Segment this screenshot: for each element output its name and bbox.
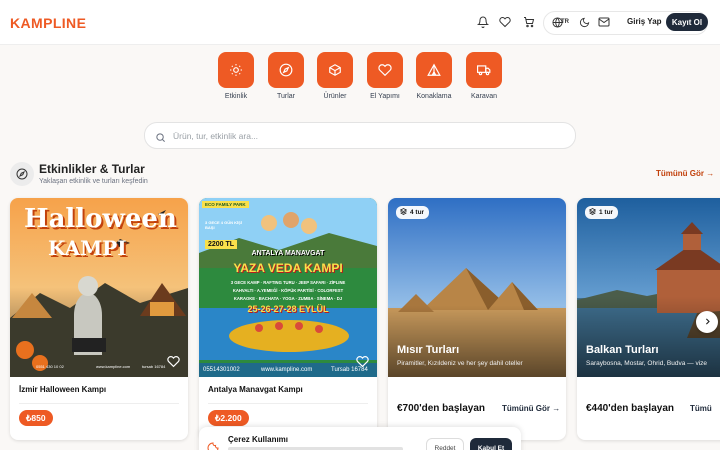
favorite-heart-icon[interactable] (356, 355, 369, 373)
search-icon (155, 130, 166, 148)
favorite-heart-icon[interactable] (167, 355, 180, 373)
poster-site: www.kampline.com (96, 364, 131, 369)
tent-icon (416, 52, 452, 88)
category-etkinlik[interactable]: Etkinlik (218, 52, 254, 100)
heart-icon (367, 52, 403, 88)
favorites-heart-icon[interactable] (497, 14, 513, 30)
see-all-tours-link[interactable]: Tümünü Gör → (502, 404, 560, 413)
poster-phone: 0551 430 10 02 (36, 364, 64, 369)
poster-subtitle: KAMPI (48, 236, 127, 260)
layers-icon (399, 208, 408, 217)
price-from: €440'den başlayan (586, 403, 674, 414)
see-all-tours-link[interactable]: Tümü (690, 404, 712, 413)
poster-price: 2200 TL (205, 240, 238, 249)
box-icon (317, 52, 353, 88)
cookie-icon (207, 441, 219, 450)
site-logo[interactable]: KAMPLINE (10, 15, 86, 31)
card-description: Saraybosna, Mostar, Ohrid, Budva — vize (586, 360, 708, 367)
top-navbar: KAMPLINE TR Giriş Yap Kayıt Ol (0, 0, 720, 45)
tour-count-badge: 4 tur (396, 206, 430, 219)
language-label[interactable]: TR (561, 19, 569, 25)
tour-card-egypt[interactable]: 4 tur Mısır Turları Piramitler, Kızılden… (388, 198, 566, 440)
event-card-halloween[interactable]: Halloween KAMPI 0551 430 10 02 www.kampl… (10, 198, 188, 440)
see-all-link[interactable]: Tümünü Gör → (656, 169, 714, 178)
category-karavan[interactable]: Karavan (466, 52, 502, 100)
poster-phone: 05514301002 (203, 367, 240, 373)
cart-icon[interactable] (521, 14, 537, 30)
layers-icon (588, 208, 597, 217)
poster-offer: 3 GECE 4 GÜN KİŞİ BAŞI (205, 220, 242, 230)
poster-title: Halloween (24, 204, 177, 234)
badge-label: 1 tur (599, 209, 614, 216)
login-button[interactable]: Giriş Yap (627, 17, 662, 26)
tour-count-badge: 1 tur (585, 206, 619, 219)
card-title[interactable]: Antalya Manavgat Kampı (208, 385, 303, 394)
compass-icon (10, 162, 34, 186)
search-input[interactable]: Ürün, tur, etkinlik ara... (144, 122, 576, 149)
manavgat-poster-image: ECO FAMILY PARK 3 GECE 4 GÜN KİŞİ BAŞI 2… (199, 198, 377, 377)
section-title: Etkinlikler & Turlar (39, 162, 145, 176)
moon-icon[interactable] (576, 14, 592, 30)
truck-icon (466, 52, 502, 88)
poster-line-1: 3 GECE KAMP · RAFTING TURU · JEEP SAFARI… (230, 280, 346, 285)
poster-title: YAZA VEDA KAMPI (233, 261, 343, 275)
price-badge: ₺850 (19, 410, 53, 426)
cookie-title: Çerez Kullanımı (228, 435, 289, 444)
poster-brand: ECO FAMILY PARK (202, 201, 249, 208)
event-card-manavgat[interactable]: ECO FAMILY PARK 3 GECE 4 GÜN KİŞİ BAŞI 2… (199, 198, 377, 440)
price-badge: ₺2.200 (208, 410, 249, 426)
poster-site: www.kampline.com (261, 367, 313, 373)
category-el-yapimi[interactable]: El Yapımı (367, 52, 403, 100)
poster-line-3: KARAOKE · BACHATA · YOGA · ZUMBA · SİNEM… (233, 296, 343, 301)
card-description: Piramitler, Kızıldeniz ve her şey dahil … (397, 360, 523, 367)
category-urunler[interactable]: Ürünler (317, 52, 353, 100)
badge-label: 4 tur (410, 209, 425, 216)
category-konaklama[interactable]: Konaklama (416, 52, 452, 100)
price-from: €700'den başlayan (397, 403, 485, 414)
card-title[interactable]: Mısır Turları (397, 344, 459, 356)
bell-icon[interactable] (475, 14, 491, 30)
compass-icon (268, 52, 304, 88)
card-title[interactable]: Balkan Turları (586, 344, 659, 356)
sun-icon (218, 52, 254, 88)
cookie-reject-button[interactable]: Reddet (426, 438, 464, 450)
card-title[interactable]: İzmir Halloween Kampı (19, 385, 106, 394)
poster-line-2: KAHVALTI · A.YEMEĞİ · KÖPÜK PARTİSİ · CO… (232, 288, 344, 293)
signup-button[interactable]: Kayıt Ol (666, 13, 708, 31)
poster-dates: 25-26-27-28 EYLÜL (247, 304, 329, 314)
chevron-right-icon (703, 313, 712, 331)
category-label: Karavan (470, 93, 498, 100)
halloween-poster-image: Halloween KAMPI 0551 430 10 02 www.kampl… (10, 198, 188, 377)
card-divider (208, 403, 368, 404)
cookie-accept-button[interactable]: Kabul Et (470, 438, 512, 450)
category-turlar[interactable]: Turlar (268, 52, 304, 100)
mail-icon[interactable] (596, 14, 612, 30)
carousel-next-button[interactable] (696, 311, 718, 333)
poster-sub: ANTALYA MANAVGAT (251, 250, 325, 257)
poster-license: tursab 16784 (142, 364, 166, 369)
section-subtitle: Yaklaşan etkinlik ve turları keşfedin (39, 178, 148, 185)
search-placeholder: Ürün, tur, etkinlik ara... (173, 131, 259, 141)
cookie-banner: Çerez Kullanımı Reddet Kabul Et (199, 427, 521, 450)
card-divider (19, 403, 179, 404)
